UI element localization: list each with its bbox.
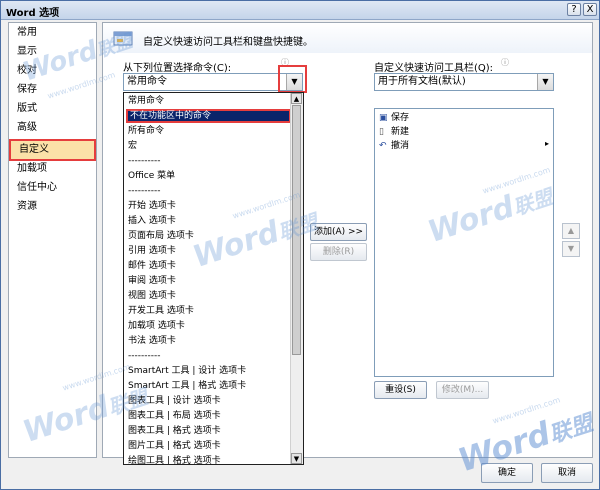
new-document-icon: ▯ [379,127,384,137]
dropdown-separator: ---------- [128,156,161,166]
dropdown-item[interactable]: 开始 选项卡 [126,199,291,213]
dropdown-item[interactable]: 常用命令 [126,94,291,108]
dropdown-item-highlighted[interactable]: 不在功能区中的命令 [126,109,291,123]
save-icon: ▣ [379,113,388,123]
choose-commands-combo[interactable]: 常用命令 ▼ [123,73,303,91]
dropdown-item[interactable]: 书法 选项卡 [126,334,291,348]
dropdown-item[interactable]: 图表工具 | 设计 选项卡 [126,394,291,408]
sidebar-item-popular[interactable]: 常用 [9,24,96,42]
sidebar-item-display[interactable]: 显示 [9,43,96,61]
customize-toolbar-label: 自定义快速访问工具栏(Q): [374,63,494,74]
reset-button[interactable]: 重设(S) [374,381,427,399]
choose-commands-label: 从下列位置选择命令(C): [123,63,232,74]
sidebar-item-save[interactable]: 保存 [9,81,96,99]
sidebar-item-addins[interactable]: 加载项 [9,160,96,178]
list-item[interactable]: ↶ 撤消 [379,139,409,153]
dropdown-item[interactable]: 所有命令 [126,124,291,138]
dropdown-item[interactable]: 图表工具 | 布局 选项卡 [126,409,291,423]
list-item[interactable]: ▣ 保存 [379,111,409,125]
cancel-button[interactable]: 取消 [541,463,593,483]
scroll-thumb[interactable] [292,105,301,355]
sidebar-item-customize[interactable]: 自定义 [9,139,96,161]
dropdown-item[interactable]: 视图 选项卡 [126,289,291,303]
toolbar-commands-list: ▣ 保存 ▯ 新建 ↶ 撤消 ▸ [374,108,554,377]
dropdown-item[interactable]: 页面布局 选项卡 [126,229,291,243]
move-up-button[interactable]: ▲ [562,223,580,239]
dropdown-separator: ---------- [128,186,161,196]
modify-button[interactable]: 修改(M)... [436,381,489,399]
dropdown-item[interactable]: SmartArt 工具 | 设计 选项卡 [126,364,291,378]
options-sidebar: 常用 显示 校对 保存 版式 高级 自定义 加载项 信任中心 资源 [8,22,97,458]
panel-header-text: 自定义快速访问工具栏和键盘快捷键。 [143,37,313,48]
info-icon-2: ⓘ [501,58,509,67]
customize-toolbar-value: 用于所有文档(默认) [378,76,466,87]
scroll-down-icon[interactable]: ▼ [291,453,302,464]
window-title: Word 选项 [6,8,60,19]
sidebar-item-advanced[interactable]: 高级 [9,119,96,137]
dropdown-item[interactable]: SmartArt 工具 | 格式 选项卡 [126,379,291,393]
ok-button[interactable]: 确定 [481,463,533,483]
add-button[interactable]: 添加(A) >> [310,223,367,241]
dropdown-scrollbar[interactable]: ▲ ▼ [290,93,303,464]
dropdown-separator: ---------- [128,351,161,361]
chevron-down-icon[interactable]: ▼ [537,74,553,90]
dropdown-item[interactable]: 图表工具 | 格式 选项卡 [126,424,291,438]
sidebar-item-trust-center[interactable]: 信任中心 [9,179,96,197]
dropdown-item[interactable]: 插入 选项卡 [126,214,291,228]
title-bar: Word 选项 ? X [1,1,599,20]
list-item[interactable]: ▯ 新建 [379,125,409,139]
customize-toolbar-combo[interactable]: 用于所有文档(默认) ▼ [374,73,554,91]
undo-icon: ↶ [379,141,387,151]
dropdown-item[interactable]: 加载项 选项卡 [126,319,291,333]
submenu-arrow-icon: ▸ [544,139,549,148]
customize-panel: 自定义快速访问工具栏和键盘快捷键。 从下列位置选择命令(C): ⓘ 常用命令 ▼… [102,22,593,465]
commands-dropdown-list: 常用命令 不在功能区中的命令 所有命令 宏 ---------- Office … [123,92,304,465]
sidebar-item-proofing[interactable]: 校对 [9,62,96,80]
remove-button[interactable]: 删除(R) [310,243,367,261]
customize-icon [113,29,135,50]
close-button[interactable]: X [583,3,597,16]
sidebar-item-layout[interactable]: 版式 [9,100,96,118]
dropdown-item[interactable]: 宏 [126,139,291,153]
panel-header: 自定义快速访问工具栏和键盘快捷键。 [103,23,592,53]
sidebar-item-resources[interactable]: 资源 [9,198,96,216]
help-button[interactable]: ? [567,3,581,16]
dropdown-item[interactable]: 引用 选项卡 [126,244,291,258]
dropdown-item[interactable]: Office 菜单 [126,169,291,183]
dropdown-item[interactable]: 绘图工具 | 格式 选项卡 [126,454,291,464]
choose-commands-value: 常用命令 [127,76,167,87]
dropdown-item[interactable]: 邮件 选项卡 [126,259,291,273]
word-options-dialog: Word 选项 ? X 常用 显示 校对 保存 版式 高级 自定义 加载项 信任… [0,0,600,490]
dropdown-item[interactable]: 审阅 选项卡 [126,274,291,288]
move-down-button[interactable]: ▼ [562,241,580,257]
dropdown-item[interactable]: 开发工具 选项卡 [126,304,291,318]
annotation-highlight-box [278,65,307,93]
dropdown-item[interactable]: 图片工具 | 格式 选项卡 [126,439,291,453]
scroll-up-icon[interactable]: ▲ [291,93,302,104]
